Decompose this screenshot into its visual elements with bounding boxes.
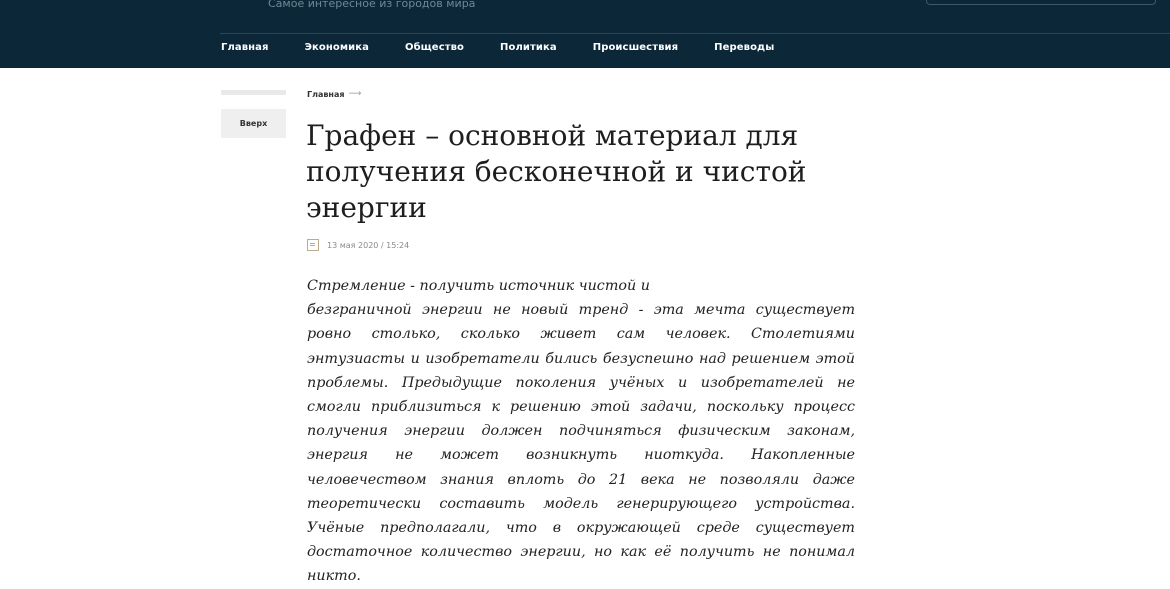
nav-item-home[interactable]: Главная	[221, 42, 269, 60]
sidebar-divider	[221, 90, 286, 95]
site-tagline: Самое интересное из городов мира	[268, 0, 476, 10]
nav-item-society[interactable]: Общество	[405, 42, 464, 60]
nav-item-translations[interactable]: Переводы	[714, 42, 774, 60]
article-lead: Стремление - получить источник чистой и б…	[307, 274, 855, 589]
article-lead-first-line: Стремление - получить источник чистой и	[307, 278, 650, 294]
article-title: Графен – основной материал для получения…	[306, 119, 807, 224]
search-input[interactable]	[926, 0, 1156, 5]
site-header: Самое интересное из городов мира Главная…	[0, 0, 1170, 68]
article-meta: 13 мая 2020 / 15:24	[307, 239, 409, 251]
nav-item-economy[interactable]: Экономика	[305, 42, 369, 60]
nav-divider	[220, 33, 1170, 34]
calendar-icon	[307, 239, 319, 251]
nav-item-incidents[interactable]: Происшествия	[593, 42, 678, 60]
main-nav: Главная Экономика Общество Политика Прои…	[221, 42, 810, 60]
arrow-right-icon: ⟶	[348, 89, 362, 99]
article-date: 13 мая 2020 / 15:24	[327, 240, 410, 250]
breadcrumb: Главная ⟶	[307, 89, 361, 99]
breadcrumb-home-link[interactable]: Главная	[307, 90, 344, 99]
article-lead-body: безграничной энергии не новый тренд - эт…	[307, 302, 855, 585]
scroll-up-button[interactable]: Вверх	[221, 109, 286, 138]
nav-item-politics[interactable]: Политика	[500, 42, 557, 60]
